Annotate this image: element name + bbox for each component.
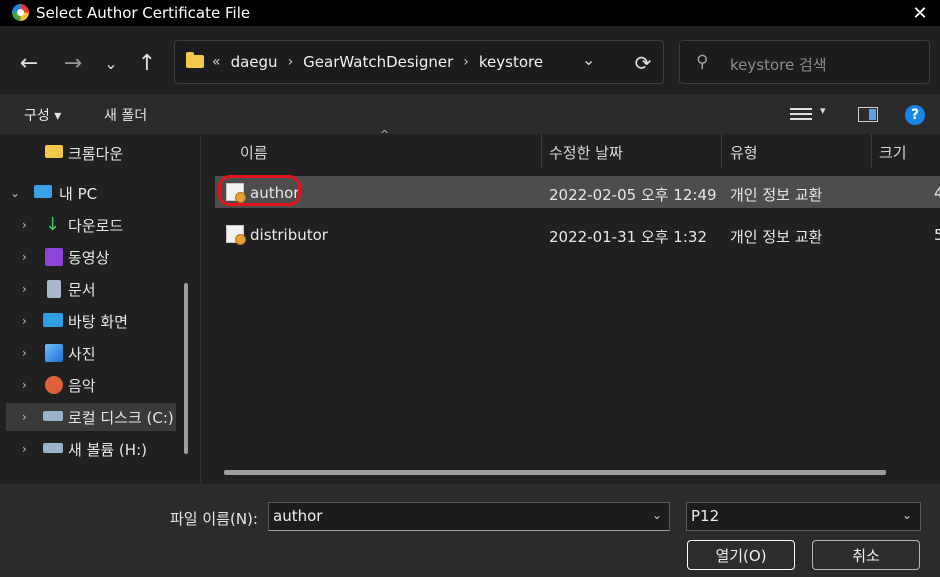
chevron-right-icon[interactable]: › <box>288 54 294 70</box>
chevron-right-icon[interactable]: › <box>22 378 27 392</box>
sidebar-item-label: 동영상 <box>68 248 110 267</box>
pictures-icon <box>45 344 63 362</box>
folder-icon <box>186 52 204 68</box>
sidebar-item-documents[interactable]: › 문서 <box>0 274 178 304</box>
chevron-right-icon[interactable]: › <box>463 54 469 70</box>
chevron-right-icon[interactable]: › <box>22 314 27 328</box>
sidebar-item-downloads[interactable]: › ↓ 다운로드 <box>0 210 178 240</box>
folder-icon <box>45 145 63 158</box>
chevron-right-icon[interactable]: › <box>22 410 27 424</box>
drive-icon <box>43 411 63 421</box>
sidebar-item-music[interactable]: › 음악 <box>0 370 178 400</box>
sidebar-item-label: 바탕 화면 <box>68 312 128 331</box>
app-icon <box>12 4 29 21</box>
sidebar-item-label: 다운로드 <box>68 216 124 235</box>
file-size: 4 <box>934 184 940 202</box>
document-icon <box>47 280 61 298</box>
sidebar-item-label: 크롬다운 <box>68 144 124 163</box>
preview-pane-icon[interactable] <box>858 107 878 122</box>
back-button[interactable]: ← <box>14 48 44 78</box>
filename-input[interactable]: author <box>268 502 670 531</box>
sidebar-item-videos[interactable]: › 동영상 <box>0 242 178 272</box>
sort-ascending-icon: ^ <box>380 128 390 141</box>
certificate-icon <box>226 225 246 245</box>
search-icon: ⚲ <box>696 52 709 72</box>
chevron-down-icon[interactable]: ⌄ <box>652 508 662 522</box>
chevron-down-icon[interactable]: ⌄ <box>902 508 912 522</box>
column-divider[interactable] <box>871 134 872 168</box>
chevron-right-icon[interactable]: › <box>22 282 27 296</box>
annotation-highlight-ring <box>218 175 301 206</box>
cancel-button[interactable]: 취소 <box>812 540 920 570</box>
window-title: Select Author Certificate File <box>36 4 251 22</box>
download-icon: ↓ <box>45 214 61 235</box>
chevron-right-icon[interactable]: › <box>22 442 27 456</box>
sidebar-item-label: 문서 <box>68 280 96 299</box>
breadcrumb-gearwatchdesigner[interactable]: GearWatchDesigner <box>303 53 453 71</box>
column-divider[interactable] <box>721 134 722 168</box>
file-size: 5 <box>934 226 940 244</box>
up-folder-button[interactable]: ↑ <box>132 48 162 78</box>
forward-button[interactable]: → <box>58 48 88 78</box>
drive-icon <box>43 443 63 453</box>
computer-icon <box>34 185 52 198</box>
file-type: 개인 정보 교환 <box>730 186 823 204</box>
organize-button[interactable]: 구성 ▾ <box>24 105 61 125</box>
help-icon[interactable]: ? <box>905 105 925 125</box>
open-button[interactable]: 열기(O) <box>687 540 795 570</box>
sidebar-item-local-disk-c[interactable]: › 로컬 디스크 (C:) <box>0 402 178 432</box>
chevron-right-icon[interactable]: › <box>22 218 27 232</box>
horizontal-scrollbar[interactable] <box>224 470 886 475</box>
view-details-icon[interactable] <box>790 105 812 123</box>
file-modified: 2022-01-31 오후 1:32 <box>549 228 707 246</box>
sidebar-item-label: 새 볼륨 (H:) <box>68 440 147 459</box>
close-button[interactable]: ✕ <box>900 0 940 26</box>
view-options-dropdown[interactable]: ▾ <box>820 104 826 117</box>
column-header-type[interactable]: 유형 <box>730 142 758 163</box>
desktop-icon <box>43 313 63 327</box>
address-dropdown-button[interactable]: ⌄ <box>582 50 595 69</box>
column-header-name[interactable]: 이름 <box>240 142 268 163</box>
file-name[interactable]: distributor <box>250 226 328 244</box>
sidebar-item-chrome-downloads[interactable]: 크롬다운 <box>0 138 178 168</box>
chevron-right-icon[interactable]: › <box>22 346 27 360</box>
sidebar-item-volume-h[interactable]: › 새 볼륨 (H:) <box>0 434 178 464</box>
music-icon <box>45 376 63 394</box>
sidebar-item-my-pc[interactable]: ⌄ 내 PC <box>0 178 178 208</box>
video-icon <box>45 248 63 266</box>
chevron-down-icon[interactable]: ⌄ <box>10 186 20 200</box>
breadcrumb-keystore[interactable]: keystore <box>479 53 543 71</box>
file-type: 개인 정보 교환 <box>730 228 823 246</box>
breadcrumb: « daegu › GearWatchDesigner › keystore <box>212 53 543 71</box>
filename-label: 파일 이름(N): <box>170 510 258 528</box>
sidebar-item-label: 음악 <box>68 376 96 395</box>
column-header-size[interactable]: 크기 <box>879 142 907 163</box>
sidebar-item-desktop[interactable]: › 바탕 화면 <box>0 306 178 336</box>
search-placeholder: keystore 검색 <box>730 56 827 74</box>
recent-locations-button[interactable]: ⌄ <box>96 48 126 78</box>
sidebar-item-label: 내 PC <box>59 184 98 203</box>
sidebar-item-pictures[interactable]: › 사진 <box>0 338 178 368</box>
refresh-button[interactable]: ⟳ <box>628 48 658 78</box>
chevron-right-icon[interactable]: › <box>22 250 27 264</box>
column-header-date-modified[interactable]: 수정한 날짜 <box>549 142 623 163</box>
column-divider[interactable] <box>541 134 542 168</box>
sidebar-item-label: 로컬 디스크 (C:) <box>68 408 174 427</box>
sidebar-scrollbar[interactable] <box>184 283 188 454</box>
new-folder-button[interactable]: 새 폴더 <box>104 105 147 125</box>
file-modified: 2022-02-05 오후 12:49 <box>549 186 717 204</box>
breadcrumb-daegu[interactable]: daegu <box>231 53 278 71</box>
sidebar-item-label: 사진 <box>68 344 96 363</box>
file-type-select[interactable]: P12 <box>686 502 921 531</box>
breadcrumb-overflow-button[interactable]: « <box>212 54 221 70</box>
